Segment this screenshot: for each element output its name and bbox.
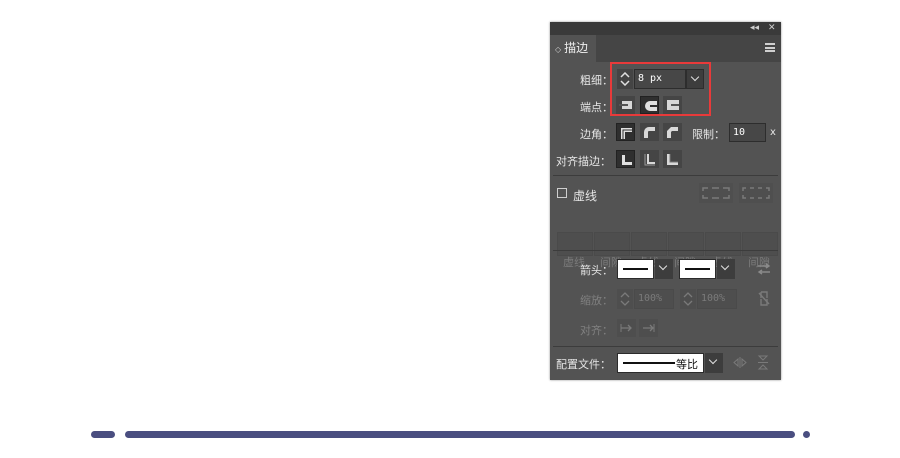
profile-line-preview — [623, 362, 675, 364]
swap-arrowheads-icon[interactable] — [757, 263, 771, 275]
stepper-icon — [620, 292, 630, 306]
align-inside-icon — [644, 154, 655, 166]
tab-stroke-label: 描边 — [564, 41, 589, 55]
preserve-dash-button[interactable] — [699, 183, 733, 203]
dash-input-2[interactable] — [631, 232, 667, 256]
profile-select[interactable]: 等比 — [617, 353, 704, 373]
section-divider — [553, 250, 778, 251]
progress-end-dot — [803, 431, 810, 438]
profile-value: 等比 — [676, 358, 698, 371]
highlight-box — [610, 62, 711, 116]
section-divider — [553, 175, 778, 176]
gap-input-2[interactable] — [668, 232, 704, 256]
end-scale-stepper[interactable] — [680, 289, 696, 309]
stepper-icon — [683, 292, 693, 306]
align-center-icon — [620, 155, 632, 167]
arrow-place-icon — [643, 324, 655, 332]
arrow-extend-icon — [620, 324, 632, 332]
align-inside-button[interactable] — [640, 150, 659, 168]
scale-label: 缩放： — [580, 294, 613, 307]
arrow-extend-button[interactable] — [617, 319, 636, 337]
preserve-dash-icon — [702, 187, 730, 199]
dash-input-3[interactable] — [705, 232, 741, 256]
cap-label: 端点： — [580, 101, 613, 114]
dash-input-1[interactable] — [557, 232, 593, 256]
limit-label: 限制： — [692, 128, 725, 141]
profile-label: 配置文件： — [556, 358, 611, 371]
miter-limit-input[interactable]: 10 — [729, 123, 766, 142]
panel-tab-bar: ◇ 描边 — [550, 35, 781, 62]
gap-input-1[interactable] — [594, 232, 630, 256]
end-arrowhead-select[interactable] — [679, 259, 716, 279]
collapse-icon[interactable]: ◂◂ — [750, 22, 759, 35]
close-icon[interactable]: ✕ — [768, 22, 776, 35]
section-divider — [553, 346, 778, 347]
corner-label: 边角： — [580, 128, 613, 141]
progress-track — [125, 431, 795, 438]
gap-input-3[interactable] — [742, 232, 778, 256]
limit-unit: x — [770, 127, 776, 138]
start-arrowhead-chevron-icon[interactable] — [655, 259, 673, 279]
round-join-icon — [644, 127, 655, 138]
end-arrowhead-chevron-icon[interactable] — [717, 259, 735, 279]
start-scale-input[interactable]: 100% — [634, 289, 674, 309]
link-scale-icon[interactable] — [757, 290, 771, 307]
miter-join-button[interactable] — [616, 123, 635, 141]
end-scale-input[interactable]: 100% — [697, 289, 737, 309]
start-arrowhead-select[interactable] — [617, 259, 654, 279]
align-dash-button[interactable] — [739, 183, 773, 203]
flip-along-icon[interactable] — [733, 356, 747, 369]
dashed-label: 虚线 — [573, 189, 598, 203]
start-scale-stepper[interactable] — [617, 289, 633, 309]
align-center-button[interactable] — [616, 150, 635, 168]
dashed-checkbox[interactable] — [557, 188, 567, 198]
align-outside-button[interactable] — [663, 150, 682, 168]
tab-stroke[interactable]: ◇ 描边 — [550, 35, 596, 62]
arrow-align-label: 对齐： — [580, 324, 613, 337]
bevel-join-button[interactable] — [663, 123, 682, 141]
arrowheads-label: 箭头： — [580, 264, 613, 277]
bevel-join-icon — [667, 127, 678, 138]
flip-across-icon[interactable] — [757, 355, 769, 370]
panel-menu-icon[interactable] — [765, 43, 775, 52]
arrow-place-button[interactable] — [639, 319, 658, 337]
weight-label: 粗细： — [580, 74, 613, 87]
progress-left-cap — [91, 431, 115, 438]
tab-toggle-icon: ◇ — [555, 45, 562, 54]
align-stroke-label: 对齐描边： — [556, 155, 611, 168]
align-outside-icon — [667, 154, 678, 165]
panel-title-bar: ◂◂ ✕ — [550, 22, 781, 35]
profile-chevron-icon[interactable] — [705, 353, 723, 373]
miter-join-icon — [621, 128, 632, 139]
round-join-button[interactable] — [640, 123, 659, 141]
align-dash-icon — [742, 187, 770, 199]
